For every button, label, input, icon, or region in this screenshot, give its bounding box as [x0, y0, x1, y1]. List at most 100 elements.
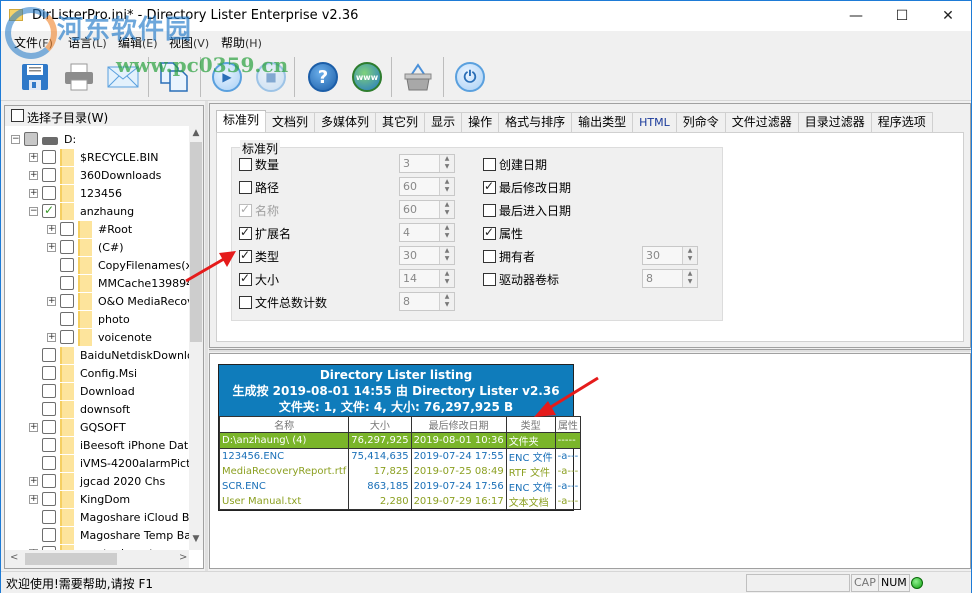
tree-item[interactable]: + KingDom [29, 490, 130, 508]
column-width-value[interactable]: 14 [403, 272, 417, 285]
print-button[interactable] [61, 59, 97, 95]
collapse-icon[interactable]: − [11, 134, 20, 144]
column-option[interactable]: 最后进入日期 [483, 202, 571, 219]
tree-item[interactable]: downsoft [29, 400, 130, 418]
column-checkbox[interactable] [483, 179, 496, 194]
tree-item-checkbox[interactable] [42, 402, 56, 416]
column-option[interactable]: 属性 [483, 225, 523, 242]
column-option[interactable]: 文件总数计数 [239, 294, 327, 311]
minimize-button[interactable]: — [833, 1, 879, 31]
column-width-spinner[interactable]: 14 ▲ ▼ [399, 269, 455, 288]
spinner-arrows-icon[interactable]: ▲ ▼ [439, 178, 454, 195]
tree-item[interactable]: Download [29, 382, 135, 400]
column-option[interactable]: 拥有者 [483, 248, 535, 265]
start-button[interactable]: ▶ [209, 59, 245, 95]
tree-item[interactable]: − D: [11, 130, 76, 148]
tree-item[interactable]: BaiduNetdiskDownload [29, 346, 189, 364]
copy-button[interactable] [156, 59, 192, 95]
tree-vscroll-thumb[interactable] [190, 142, 202, 342]
tree-item-checkbox[interactable] [60, 294, 74, 308]
column-option[interactable]: 类型 [239, 248, 279, 265]
website-button[interactable]: www [349, 59, 385, 95]
expand-icon[interactable]: + [29, 188, 38, 198]
tree-item-checkbox[interactable] [42, 474, 56, 488]
save-button[interactable] [17, 59, 53, 95]
tab-8[interactable]: HTML [632, 112, 677, 132]
tree-hscroll-thumb[interactable] [25, 553, 117, 565]
horizontal-splitter[interactable] [209, 349, 971, 352]
tree-item-checkbox[interactable] [42, 492, 56, 506]
column-option[interactable]: 创建日期 [483, 156, 547, 173]
expand-icon[interactable]: + [29, 170, 38, 180]
scroll-left-arrow-icon[interactable]: < [10, 552, 18, 563]
column-width-spinner[interactable]: 60 ▲ ▼ [399, 177, 455, 196]
column-option[interactable]: 路径 [239, 179, 279, 196]
tree-item-checkbox[interactable] [42, 168, 56, 182]
column-checkbox[interactable] [239, 225, 252, 240]
select-subdirs-checkbox[interactable] [11, 109, 24, 122]
scroll-down-arrow-icon[interactable]: ▼ [189, 534, 203, 548]
scroll-up-arrow-icon[interactable]: ▲ [189, 128, 203, 142]
column-width-value[interactable]: 30 [403, 249, 417, 262]
column-width-spinner[interactable]: 60 ▲ ▼ [399, 200, 455, 219]
column-width-spinner[interactable]: 3 ▲ ▼ [399, 154, 455, 173]
column-checkbox[interactable] [483, 225, 496, 240]
tree-item[interactable]: − anzhaung [29, 202, 134, 220]
tree-item-checkbox[interactable] [42, 510, 56, 524]
tree-item-checkbox[interactable] [42, 348, 56, 362]
column-option[interactable]: 大小 [239, 271, 279, 288]
tab-3[interactable]: 其它列 [375, 112, 426, 132]
stop-button[interactable]: ■ [253, 59, 289, 95]
exit-button[interactable]: ⏻ [452, 59, 488, 95]
expand-icon[interactable]: + [47, 224, 56, 234]
tree-vertical-scrollbar[interactable]: ▲ ▼ [189, 126, 203, 550]
column-width-spinner[interactable]: 30 ▲ ▼ [642, 246, 698, 265]
column-width-spinner[interactable]: 8 ▲ ▼ [642, 269, 698, 288]
column-option[interactable]: 扩展名 [239, 225, 291, 242]
tree-item-checkbox[interactable] [42, 384, 56, 398]
tree-item-checkbox[interactable] [60, 258, 74, 272]
tree-item[interactable]: + jgcad 2020 Chs [29, 472, 165, 490]
expand-icon[interactable]: + [29, 476, 38, 486]
column-width-value[interactable]: 4 [403, 226, 410, 239]
expand-icon[interactable]: + [47, 332, 56, 342]
tab-9[interactable]: 列命令 [675, 112, 726, 132]
tree-item[interactable]: + #Root [47, 220, 132, 238]
column-width-spinner[interactable]: 8 ▲ ▼ [399, 292, 455, 311]
tree-item[interactable]: MMCache1398945 [47, 274, 189, 292]
scroll-right-arrow-icon[interactable]: > [179, 552, 187, 563]
close-button[interactable]: ✕ [925, 1, 971, 31]
tree-item-checkbox[interactable] [60, 312, 74, 326]
column-width-value[interactable]: 60 [403, 180, 417, 193]
select-subdirs-row[interactable]: 选择子目录(W) [5, 106, 203, 126]
menu-language[interactable]: 语言(L) [68, 34, 107, 51]
tree-item[interactable]: + O&O MediaRecove [47, 292, 189, 310]
column-option[interactable]: 名称 [239, 202, 279, 219]
menu-edit[interactable]: 编辑(E) [118, 34, 158, 51]
column-checkbox[interactable] [483, 273, 496, 286]
tree-item[interactable]: + $RECYCLE.BIN [29, 148, 158, 166]
column-checkbox[interactable] [239, 248, 252, 263]
column-checkbox[interactable] [239, 271, 252, 286]
tab-1[interactable]: 文档列 [265, 112, 316, 132]
expand-icon[interactable]: + [47, 296, 56, 306]
tree-item[interactable]: Magoshare iCloud Bac [29, 508, 189, 526]
tree-item-checkbox[interactable] [60, 240, 74, 254]
spinner-arrows-icon[interactable]: ▲ ▼ [682, 270, 697, 287]
tree-item[interactable]: Magoshare Temp Back [29, 526, 189, 544]
help-button[interactable]: ? [305, 59, 341, 95]
tree-item-checkbox[interactable] [42, 528, 56, 542]
tab-11[interactable]: 目录过滤器 [797, 112, 872, 132]
spinner-arrows-icon[interactable]: ▲ ▼ [439, 270, 454, 287]
tree-item[interactable]: iVMS-4200alarmPicture [29, 454, 189, 472]
tab-10[interactable]: 文件过滤器 [724, 112, 799, 132]
column-checkbox[interactable] [483, 204, 496, 217]
column-width-value[interactable]: 8 [646, 272, 653, 285]
tree-item[interactable]: Config.Msi [29, 364, 137, 382]
column-checkbox[interactable] [239, 296, 252, 309]
column-checkbox[interactable] [483, 158, 496, 171]
tree-item[interactable]: CopyFilenames(x6 [47, 256, 189, 274]
expand-icon[interactable]: + [29, 422, 38, 432]
folder-tree[interactable]: −D:+$RECYCLE.BIN+360Downloads+123456−anz… [5, 126, 189, 550]
basket-button[interactable] [400, 59, 436, 95]
